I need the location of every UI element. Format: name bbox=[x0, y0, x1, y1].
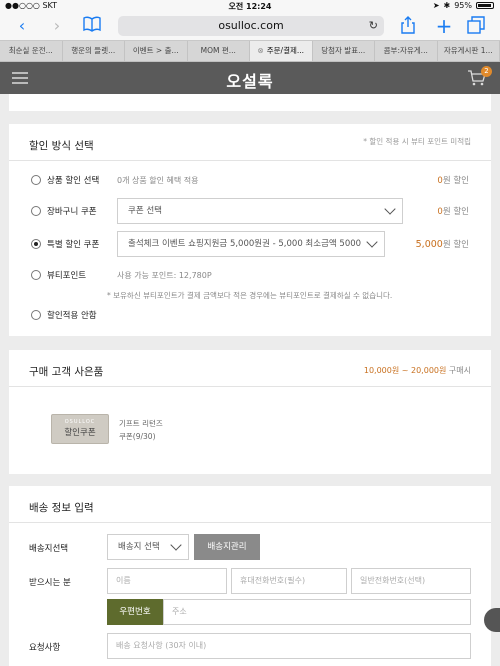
manage-address-button[interactable]: 배송지관리 bbox=[194, 534, 260, 560]
recipient-label: 받으시는 분 bbox=[29, 578, 71, 588]
forward-icon[interactable]: › bbox=[47, 16, 67, 36]
tab-3[interactable]: MOM 편... bbox=[188, 41, 250, 61]
gift-card: 구매 고객 사은품 10,000원 ~ 20,000원 구매시 OSULLOC … bbox=[9, 350, 491, 474]
option-product-discount[interactable]: 상품 할인 선택 0개 상품 할인 혜택 적용 0원 할인 bbox=[31, 169, 469, 191]
request-input[interactable]: 배송 요청사항 (30자 이내) bbox=[107, 633, 471, 659]
battery-percent: 95% bbox=[454, 1, 472, 10]
destination-label: 배송지선택 bbox=[29, 544, 69, 554]
option-special-coupon[interactable]: 특별 할인 쿠폰 출석체크 이벤트 쇼핑지원금 5,000원권 - 5,000 … bbox=[31, 231, 469, 257]
section-title: 할인 방식 선택 bbox=[29, 140, 94, 152]
browser-toolbar: ‹ › osulloc.com ↻ + bbox=[0, 12, 500, 40]
tab-4-active[interactable]: ⊗ 주문/결제... bbox=[250, 41, 313, 61]
divider bbox=[9, 386, 491, 387]
discount-card: 할인 방식 선택 * 할인 적용 시 뷰티 포인트 미적립 상품 할인 선택 0… bbox=[9, 124, 491, 336]
option-cart-coupon[interactable]: 장바구니 쿠폰 쿠폰 선택 0원 할인 bbox=[31, 198, 469, 224]
section-title: 구매 고객 사은품 bbox=[29, 366, 104, 378]
previous-section-card bbox=[9, 94, 491, 111]
address-bar[interactable]: osulloc.com ↻ bbox=[118, 16, 384, 36]
close-tab-icon[interactable]: ⊗ bbox=[257, 46, 263, 55]
chevron-down-icon bbox=[170, 539, 182, 551]
amount: 0원 할인 bbox=[437, 176, 469, 186]
cart-icon[interactable]: 2 bbox=[468, 66, 492, 86]
divider bbox=[9, 160, 491, 161]
tab-2[interactable]: 이벤트 > 출... bbox=[125, 41, 188, 61]
chevron-down-icon bbox=[384, 203, 396, 215]
radio-no-discount[interactable] bbox=[31, 310, 41, 320]
new-tab-icon[interactable]: + bbox=[434, 16, 454, 36]
option-beauty-point[interactable]: 뷰티포인트 사용 가능 포인트: 12,780P bbox=[31, 264, 469, 286]
mobile-input[interactable]: 휴대전화번호(필수) bbox=[231, 568, 347, 594]
tabs-icon[interactable] bbox=[466, 16, 486, 36]
phone-input[interactable]: 일반전화번호(선택) bbox=[351, 568, 471, 594]
tab-6[interactable]: 콤부:자유게... bbox=[375, 41, 438, 61]
beauty-point-note: * 보유하신 뷰티포인트가 결제 금액보다 적은 경우에는 뷰티포인트로 결제하… bbox=[107, 291, 393, 300]
tab-bar: 최순실 운전... 행운의 들렛... 이벤트 > 출... MOM 편... … bbox=[0, 40, 500, 62]
request-label: 요청사항 bbox=[29, 643, 61, 653]
amount: 5,000원 할인 bbox=[415, 239, 469, 250]
address-input[interactable]: 주소 bbox=[163, 599, 471, 625]
location-icon: ➤ bbox=[432, 1, 440, 10]
radio-beauty-point[interactable] bbox=[31, 270, 41, 280]
radio-cart-coupon[interactable] bbox=[31, 206, 41, 216]
discount-note: * 할인 적용 시 뷰티 포인트 미적립 bbox=[363, 137, 471, 146]
bookmarks-icon[interactable] bbox=[82, 16, 102, 36]
gift-range: 10,000원 ~ 20,000원 구매시 bbox=[363, 366, 471, 375]
status-bar: ●●○○○ SKT 오전 12:24 ➤ ✱ 95% bbox=[0, 0, 500, 12]
reload-icon[interactable]: ↻ bbox=[369, 16, 378, 36]
url-text: osulloc.com bbox=[218, 19, 284, 32]
radio-special-coupon[interactable] bbox=[31, 239, 41, 249]
tab-0[interactable]: 최순실 운전... bbox=[0, 41, 63, 61]
site-logo[interactable]: 오설록 bbox=[0, 68, 500, 92]
special-coupon-select[interactable]: 출석체크 이벤트 쇼핑지원금 5,000원권 - 5,000 최소금액 5000 bbox=[117, 231, 385, 257]
chevron-down-icon bbox=[366, 236, 378, 248]
gift-coupon-image: OSULLOC 할인쿠폰 bbox=[51, 414, 109, 444]
option-no-discount[interactable]: 할인적용 안함 bbox=[31, 304, 469, 326]
zipcode-button[interactable]: 우편번호 bbox=[107, 599, 163, 625]
tab-7[interactable]: 자유게시판 1... bbox=[438, 41, 500, 61]
cart-count-badge: 2 bbox=[481, 66, 492, 77]
shipping-card: 배송 정보 입력 배송지선택 배송지 선택 배송지관리 받으시는 분 이름 휴대… bbox=[9, 486, 491, 666]
gift-item-sub: 쿠폰(9/30) bbox=[119, 432, 156, 441]
tab-1[interactable]: 행운의 들렛... bbox=[63, 41, 125, 61]
gift-item-name: 기프트 리턴즈 bbox=[119, 419, 163, 428]
divider bbox=[9, 522, 491, 523]
status-right: ➤ ✱ 95% bbox=[433, 1, 494, 10]
cart-coupon-select[interactable]: 쿠폰 선택 bbox=[117, 198, 403, 224]
site-header: 오설록 2 bbox=[0, 62, 500, 94]
section-title: 배송 정보 입력 bbox=[29, 502, 94, 514]
back-icon[interactable]: ‹ bbox=[12, 16, 32, 36]
clock: 오전 12:24 bbox=[228, 2, 272, 11]
tab-5[interactable]: 당첨자 발표... bbox=[313, 41, 375, 61]
bluetooth-icon: ✱ bbox=[443, 1, 451, 10]
name-input[interactable]: 이름 bbox=[107, 568, 227, 594]
amount: 0원 할인 bbox=[437, 207, 469, 217]
battery-icon bbox=[476, 2, 494, 9]
share-icon[interactable] bbox=[398, 16, 418, 36]
radio-product-discount[interactable] bbox=[31, 175, 41, 185]
destination-select[interactable]: 배송지 선택 bbox=[107, 534, 189, 560]
